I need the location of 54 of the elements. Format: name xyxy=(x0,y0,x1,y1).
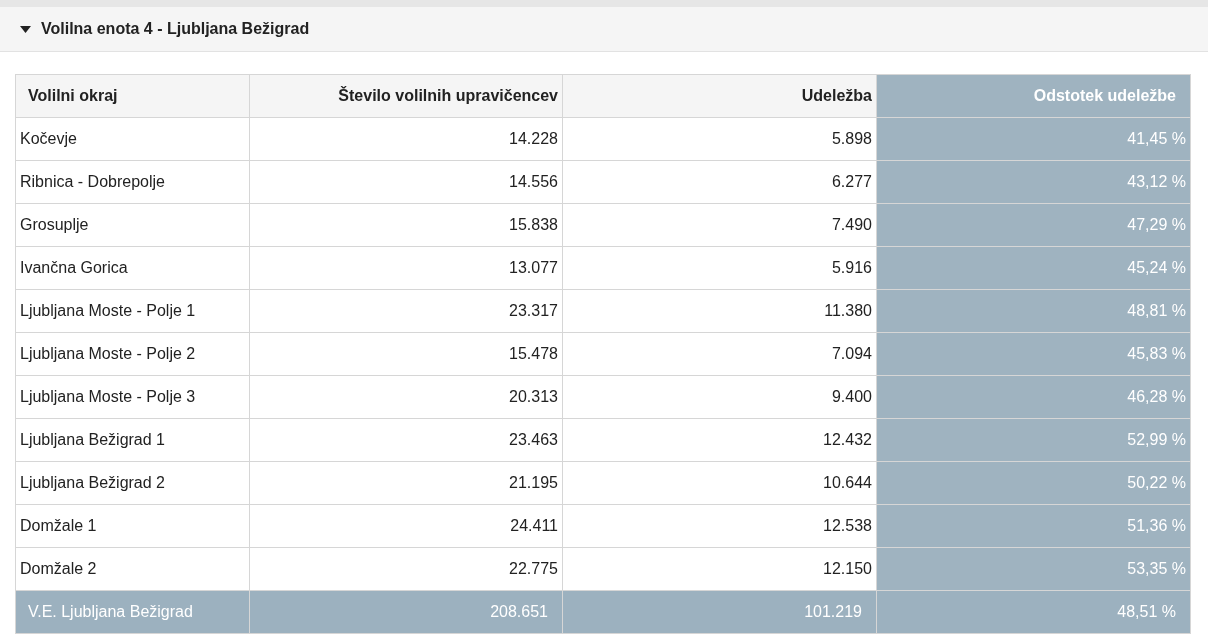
total-cell: 101.219 xyxy=(562,590,877,634)
table-cell: 13.077 xyxy=(249,246,563,290)
table-cell: 5.898 xyxy=(562,117,877,161)
table-cell: 14.228 xyxy=(249,117,563,161)
table-cell: 41,45 % xyxy=(876,117,1191,161)
table-cell: Domžale 2 xyxy=(15,547,250,591)
table-cell: 47,29 % xyxy=(876,203,1191,247)
table-cell: Ljubljana Bežigrad 1 xyxy=(15,418,250,462)
column-header: Volilni okraj xyxy=(15,74,250,118)
table-cell: 24.411 xyxy=(249,504,563,548)
table-cell: 5.916 xyxy=(562,246,877,290)
column-header: Število volilnih upravičencev xyxy=(249,74,563,118)
column-header: Udeležba xyxy=(562,74,877,118)
table-cell: 21.195 xyxy=(249,461,563,505)
table-cell: 45,83 % xyxy=(876,332,1191,376)
table-cell: Ljubljana Moste - Polje 3 xyxy=(15,375,250,419)
table-cell: 51,36 % xyxy=(876,504,1191,548)
table-cell: 23.463 xyxy=(249,418,563,462)
table-cell: Domžale 1 xyxy=(15,504,250,548)
table-cell: 15.838 xyxy=(249,203,563,247)
table-cell: 12.538 xyxy=(562,504,877,548)
table-cell: 7.094 xyxy=(562,332,877,376)
table-cell: 50,22 % xyxy=(876,461,1191,505)
table-cell: 53,35 % xyxy=(876,547,1191,591)
table-cell: 12.432 xyxy=(562,418,877,462)
table-cell: 6.277 xyxy=(562,160,877,204)
table-cell: 11.380 xyxy=(562,289,877,333)
total-cell: V.E. Ljubljana Bežigrad xyxy=(15,590,250,634)
table-cell: 15.478 xyxy=(249,332,563,376)
table-cell: Kočevje xyxy=(15,117,250,161)
table-cell: 52,99 % xyxy=(876,418,1191,462)
table-cell: Ribnica - Dobrepolje xyxy=(15,160,250,204)
total-cell: 208.651 xyxy=(249,590,563,634)
table-cell: 9.400 xyxy=(562,375,877,419)
table-cell: 45,24 % xyxy=(876,246,1191,290)
table-cell: 10.644 xyxy=(562,461,877,505)
table-cell: Ivančna Gorica xyxy=(15,246,250,290)
section-header[interactable]: Volilna enota 4 - Ljubljana Bežigrad xyxy=(0,7,1208,52)
table-cell: Ljubljana Moste - Polje 2 xyxy=(15,332,250,376)
table-cell: 14.556 xyxy=(249,160,563,204)
table-cell: 43,12 % xyxy=(876,160,1191,204)
table-cell: 23.317 xyxy=(249,289,563,333)
total-cell: 48,51 % xyxy=(876,590,1191,634)
table-cell: 7.490 xyxy=(562,203,877,247)
table-cell: 20.313 xyxy=(249,375,563,419)
table-cell: Grosuplje xyxy=(15,203,250,247)
table-cell: Ljubljana Bežigrad 2 xyxy=(15,461,250,505)
column-header: Odstotek udeležbe xyxy=(876,74,1191,118)
table-cell: Ljubljana Moste - Polje 1 xyxy=(15,289,250,333)
section-title: Volilna enota 4 - Ljubljana Bežigrad xyxy=(41,19,310,39)
table-cell: 12.150 xyxy=(562,547,877,591)
table-cell: 46,28 % xyxy=(876,375,1191,419)
table-cell: 22.775 xyxy=(249,547,563,591)
table-cell: 48,81 % xyxy=(876,289,1191,333)
